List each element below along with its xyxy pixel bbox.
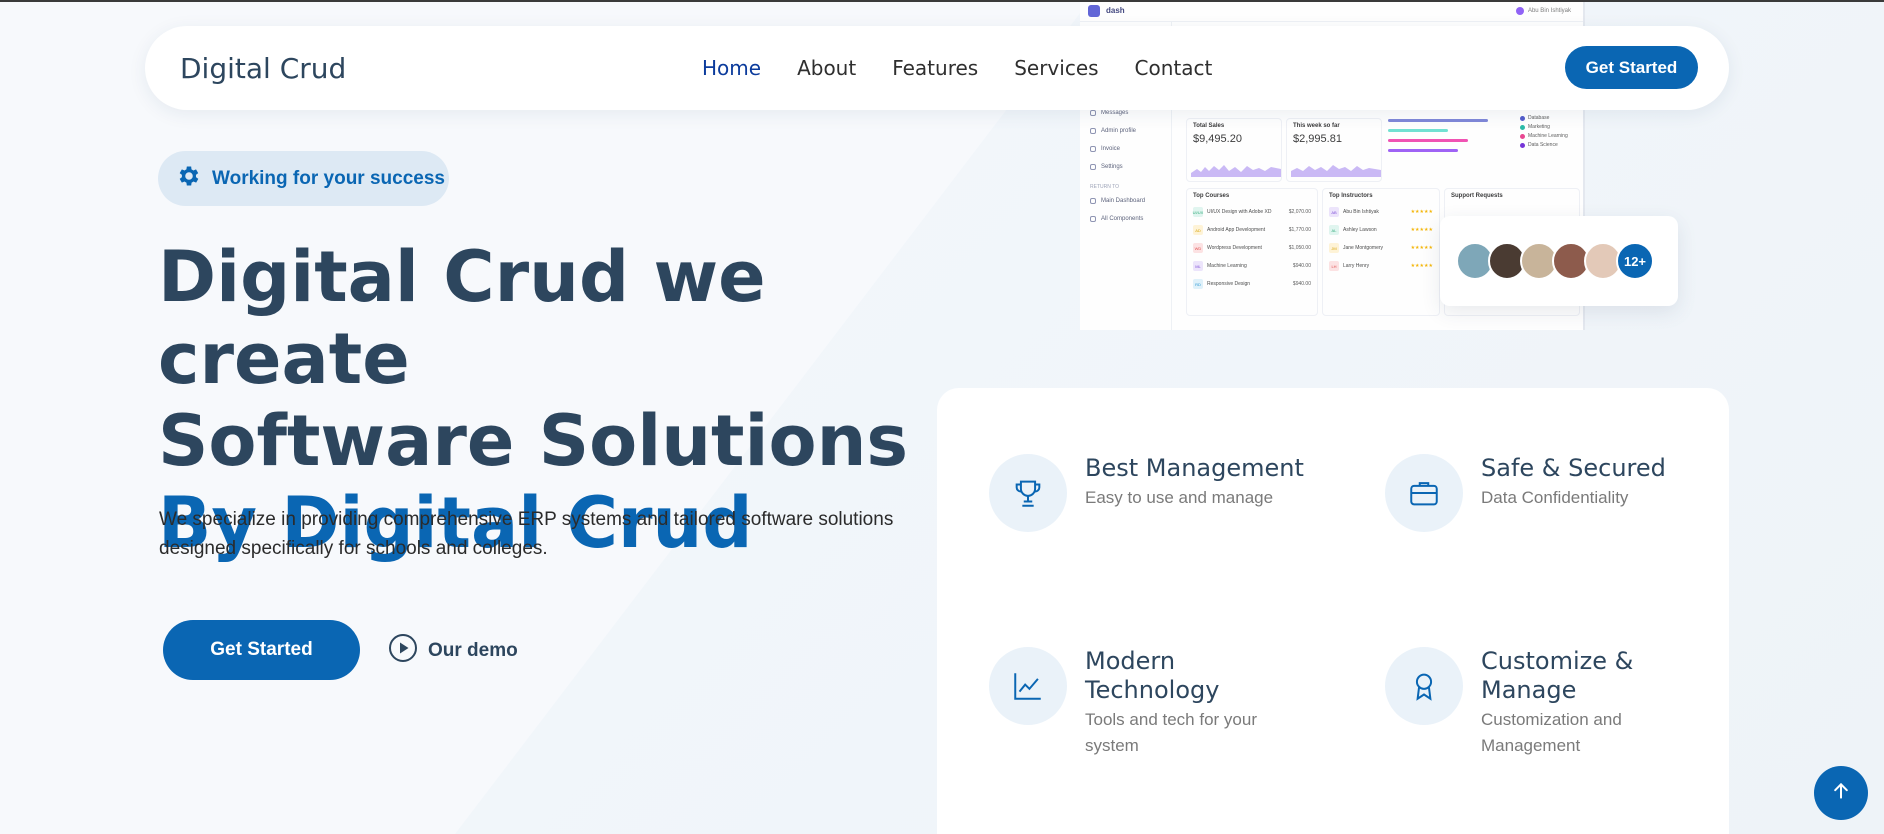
feature-title: Customize & Manage bbox=[1481, 647, 1634, 704]
mockup-user: Abu Bin Ishtiyak bbox=[1515, 6, 1571, 15]
feature-description: Easy to use and manage bbox=[1085, 488, 1274, 507]
mockup-progress-bars bbox=[1388, 112, 1498, 159]
feature-title: Modern Technology bbox=[1085, 647, 1220, 704]
feature-description: Data Confidentiality bbox=[1481, 488, 1629, 507]
scroll-to-top-button[interactable] bbox=[1814, 766, 1868, 820]
nav-home-link[interactable]: Home bbox=[702, 56, 761, 80]
chart-line-icon bbox=[989, 647, 1067, 725]
nav-about-link[interactable]: About bbox=[797, 56, 856, 80]
feature-description: Customization and Management bbox=[1481, 710, 1622, 755]
mockup-sidebar-section: RETURN TO bbox=[1090, 184, 1119, 190]
mockup-logo-text: dash bbox=[1106, 6, 1125, 15]
hero-title-line1: Digital Crud we create bbox=[158, 236, 766, 400]
main-navbar: Digital Crud Home About Features Service… bbox=[145, 26, 1729, 110]
mockup-user-avatar bbox=[1515, 6, 1524, 15]
mockup-sidebar-item: All Components bbox=[1080, 210, 1171, 228]
nav-features-link[interactable]: Features bbox=[892, 56, 978, 80]
mockup-legend: Database Marketing Machine Learning Data… bbox=[1520, 112, 1580, 151]
feature-item: Modern Technology Tools and tech for you… bbox=[989, 647, 1305, 759]
nav-contact-link[interactable]: Contact bbox=[1135, 56, 1213, 80]
feature-item: Customize & Manage Customization and Man… bbox=[1385, 647, 1701, 759]
mockup-top-courses-card: Top Courses UI/UX UI/UX Design with Adobe… bbox=[1186, 188, 1318, 316]
mockup-total-sales-card: Total Sales $9,495.20 bbox=[1186, 118, 1282, 182]
feature-item: Best Management Easy to use and manage bbox=[989, 454, 1305, 532]
mockup-sidebar-item: Settings bbox=[1080, 158, 1171, 176]
hero-description: We specialize in providing comprehensive… bbox=[159, 509, 894, 559]
mockup-logo-icon bbox=[1088, 4, 1100, 17]
hero-badge: Working for your success bbox=[158, 151, 449, 206]
hero-title-line2: Software Solutions bbox=[158, 400, 909, 482]
mockup-user-name: Abu Bin Ishtiyak bbox=[1527, 7, 1571, 14]
award-icon bbox=[1385, 647, 1463, 725]
feature-item: Safe & Secured Data Confidentiality bbox=[1385, 454, 1701, 532]
features-panel: Best Management Easy to use and manage S… bbox=[937, 388, 1729, 834]
hero-get-started-button[interactable]: Get Started bbox=[163, 620, 360, 680]
gear-icon bbox=[176, 163, 202, 194]
play-circle-icon bbox=[388, 633, 418, 669]
brand-logo-link[interactable]: Digital Crud bbox=[180, 52, 346, 85]
our-demo-link[interactable]: Our demo bbox=[388, 633, 518, 669]
feature-description: Tools and tech for your system bbox=[1085, 710, 1257, 755]
mockup-sidebar-item: Invoice bbox=[1080, 140, 1171, 158]
avatar-more-count: 12+ bbox=[1616, 242, 1654, 280]
arrow-up-icon bbox=[1831, 781, 1851, 806]
nav-get-started-button[interactable]: Get Started bbox=[1565, 46, 1698, 89]
mockup-top-instructors-card: Top Instructors AB Abu Bin Ishtiyak ★★★★★ … bbox=[1322, 188, 1440, 316]
our-demo-label: Our demo bbox=[428, 640, 518, 661]
mockup-sidebar-item: Admin profile bbox=[1080, 122, 1171, 140]
mockup-sidebar-item: Main Dashboard bbox=[1080, 192, 1171, 210]
team-avatars-card: 12+ bbox=[1440, 216, 1678, 306]
mockup-week-sales-card: This week so far $2,995.81 bbox=[1286, 118, 1382, 182]
briefcase-icon bbox=[1385, 454, 1463, 532]
hero-badge-text: Working for your success bbox=[212, 167, 445, 189]
nav-links: Home About Features Services Contact bbox=[702, 56, 1248, 80]
window-top-border bbox=[0, 0, 1884, 2]
feature-title: Best Management bbox=[1085, 454, 1304, 482]
trophy-icon bbox=[989, 454, 1067, 532]
feature-title: Safe & Secured bbox=[1481, 454, 1666, 482]
nav-services-link[interactable]: Services bbox=[1014, 56, 1098, 80]
mockup-topbar: dash Abu Bin Ishtiyak bbox=[1080, 0, 1583, 22]
